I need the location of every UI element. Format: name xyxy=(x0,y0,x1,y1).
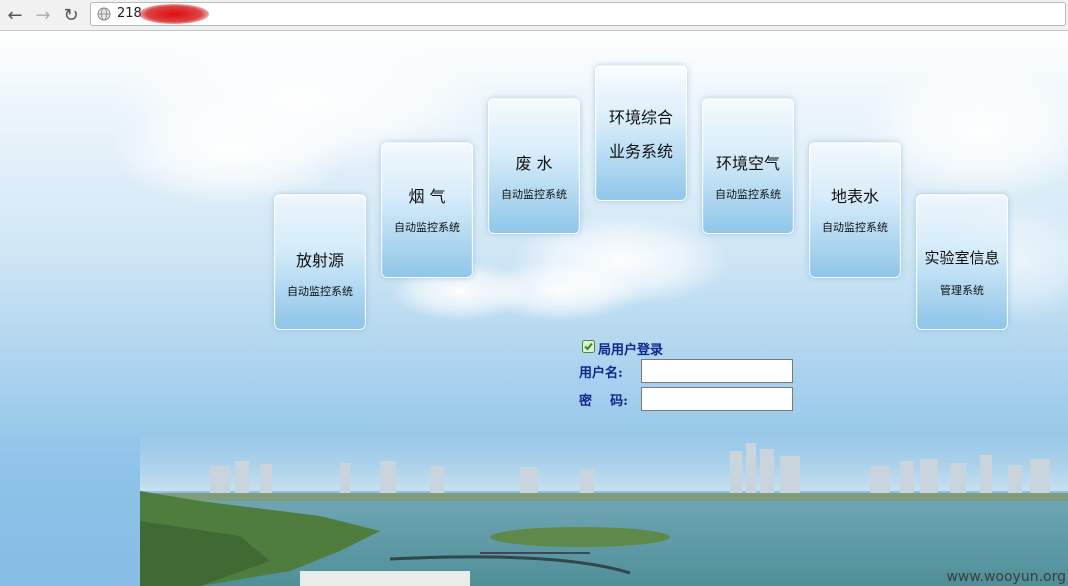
address-bar[interactable]: 218 xyxy=(90,2,1066,26)
tile-environment-business[interactable]: 环境综合 业务系统 xyxy=(595,65,687,201)
tile-title: 环境综合 xyxy=(608,108,673,127)
tile-title: 环境空气 xyxy=(715,154,780,173)
globe-icon xyxy=(97,7,111,21)
tile-ambient-air[interactable]: 环境空气 自动监控系统 xyxy=(702,98,794,234)
forward-arrow-icon[interactable]: → xyxy=(32,4,54,26)
tile-subtitle: 业务系统 xyxy=(608,142,673,161)
back-arrow-icon[interactable]: ← xyxy=(4,4,26,26)
tile-subtitle: 自动监控系统 xyxy=(501,188,567,201)
tile-title: 烟 气 xyxy=(408,187,446,206)
checkbox-icon xyxy=(582,340,595,353)
watermark-text: www.wooyun.org xyxy=(946,569,1066,585)
browser-toolbar: ← → ↻ 218 xyxy=(0,0,1068,31)
tile-surface-water[interactable]: 地表水 自动监控系统 xyxy=(809,142,901,278)
tile-waste-water[interactable]: 废 水 自动监控系统 xyxy=(488,98,580,234)
tile-subtitle: 自动监控系统 xyxy=(287,285,353,298)
reload-icon[interactable]: ↻ xyxy=(60,4,82,26)
tile-laboratory-info[interactable]: 实验室信息 管理系统 xyxy=(916,194,1008,330)
tile-subtitle: 管理系统 xyxy=(940,284,984,297)
tile-subtitle: 自动监控系统 xyxy=(822,221,888,234)
tile-subtitle: 自动监控系统 xyxy=(394,221,460,234)
page-body: 放射源 自动监控系统 烟 气 自动监控系统 废 水 自动监控系统 环境综合 业务… xyxy=(0,31,1068,586)
password-input[interactable] xyxy=(641,387,793,411)
tile-title: 地表水 xyxy=(830,187,879,206)
url-redaction-scribble xyxy=(139,4,209,24)
tile-flue-gas[interactable]: 烟 气 自动监控系统 xyxy=(381,142,473,278)
tile-title: 放射源 xyxy=(295,251,344,270)
password-label: 密 码: xyxy=(579,394,628,409)
tile-radiation-source[interactable]: 放射源 自动监控系统 xyxy=(274,194,366,330)
username-label: 用户名: xyxy=(579,366,623,381)
tile-title: 实验室信息 xyxy=(924,249,1000,267)
tile-title: 废 水 xyxy=(515,154,553,173)
city-lake-panorama xyxy=(140,431,1068,586)
tile-subtitle: 自动监控系统 xyxy=(715,188,781,201)
login-title: 局用户登录 xyxy=(598,343,664,358)
username-input[interactable] xyxy=(641,359,793,383)
